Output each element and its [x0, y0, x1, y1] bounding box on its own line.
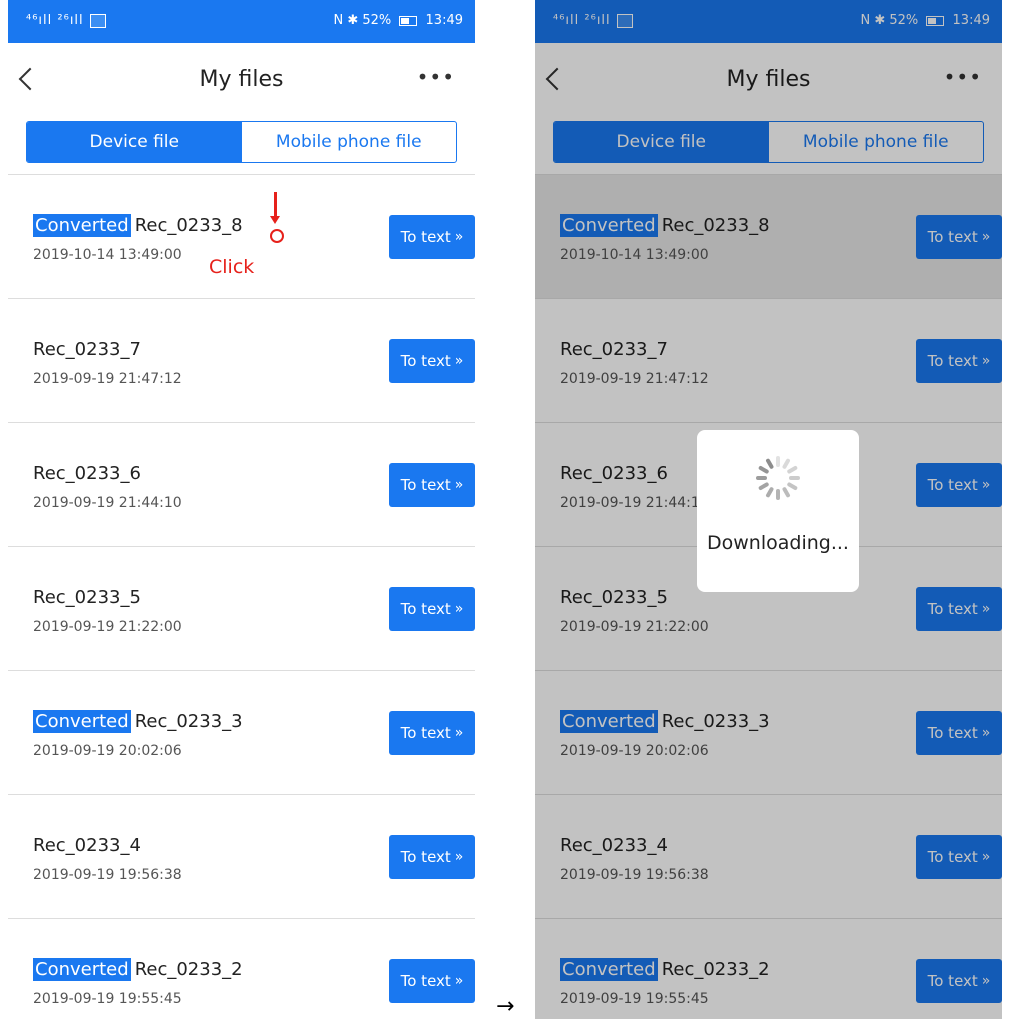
status-time: 13:49 [425, 13, 463, 28]
file-name-text: Rec_0233_6 [33, 463, 141, 484]
screen-before: ⁴⁶ıll ²⁶ıll N ✱ 52% 13:49 My files ••• D… [8, 0, 475, 1019]
file-date: 2019-09-19 21:22:00 [33, 619, 182, 635]
signal-indicator: ⁴⁶ıll ²⁶ıll [26, 13, 84, 28]
file-row[interactable]: Converted Rec_0233_3 2019-09-19 20:02:06 To… [8, 671, 475, 795]
file-row[interactable]: Rec_0233_7 2019-09-19 21:47:12 To text» [8, 299, 475, 423]
to-text-button[interactable]: To text» [389, 339, 475, 383]
file-name: Converted Rec_0233_8 [33, 214, 243, 237]
loading-spinner-icon [756, 456, 800, 500]
spinner-spoke [786, 465, 799, 475]
file-date: 2019-09-19 20:02:06 [33, 743, 182, 759]
file-date: 2019-09-19 21:47:12 [33, 371, 182, 387]
file-name: Rec_0233_4 [33, 835, 141, 856]
notification-icon [90, 14, 106, 28]
file-name-text: Rec_0233_3 [134, 711, 243, 732]
converted-badge: Converted [33, 214, 131, 237]
to-text-label: To text [400, 972, 451, 990]
to-text-label: To text [400, 476, 451, 494]
spinner-spoke [765, 457, 775, 470]
file-source-tabs: Device file Mobile phone file [26, 121, 457, 163]
file-row[interactable]: Converted Rec_0233_2 2019-09-19 19:55:45 To… [8, 919, 475, 1019]
spinner-spoke [786, 481, 799, 491]
to-text-label: To text [400, 352, 451, 370]
file-name: Rec_0233_7 [33, 339, 141, 360]
spinner-spoke [776, 489, 780, 500]
annotation-click-marker [270, 229, 284, 243]
loading-text: Downloading... [707, 532, 849, 554]
tab-mobile-phone-file[interactable]: Mobile phone file [242, 122, 457, 162]
status-bar: ⁴⁶ıll ²⁶ıll N ✱ 52% 13:49 [8, 0, 475, 43]
to-text-button[interactable]: To text» [389, 711, 475, 755]
file-name: Rec_0233_5 [33, 587, 141, 608]
to-text-button[interactable]: To text» [389, 215, 475, 259]
file-name: Rec_0233_6 [33, 463, 141, 484]
file-name-text: Rec_0233_5 [33, 587, 141, 608]
double-chevron-right-icon: » [454, 601, 464, 617]
file-date: 2019-10-14 13:49:00 [33, 247, 182, 263]
screen-after: ⁴⁶ıll ²⁶ıll N ✱ 52% 13:49 My files ••• D… [535, 0, 1002, 1019]
file-date: 2019-09-19 19:56:38 [33, 867, 182, 883]
converted-badge: Converted [33, 958, 131, 981]
to-text-label: To text [400, 848, 451, 866]
file-name: Converted Rec_0233_2 [33, 958, 243, 981]
spinner-spoke [776, 456, 780, 467]
file-date: 2019-09-19 21:44:10 [33, 495, 182, 511]
to-text-button[interactable]: To text» [389, 959, 475, 1003]
to-text-label: To text [400, 600, 451, 618]
transition-arrow: → [496, 994, 515, 1019]
to-text-button[interactable]: To text» [389, 587, 475, 631]
file-name-text: Rec_0233_8 [134, 215, 243, 236]
status-indicators: N ✱ 52% [333, 13, 392, 28]
spinner-spoke [757, 465, 770, 475]
double-chevron-right-icon: » [454, 973, 464, 989]
loading-dialog: Downloading... [697, 430, 859, 592]
to-text-button[interactable]: To text» [389, 835, 475, 879]
file-name-text: Rec_0233_7 [33, 339, 141, 360]
file-row[interactable]: Rec_0233_5 2019-09-19 21:22:00 To text» [8, 547, 475, 671]
file-row[interactable]: Converted Rec_0233_8 2019-10-14 13:49:00 To… [8, 175, 475, 299]
file-name-text: Rec_0233_2 [134, 959, 243, 980]
double-chevron-right-icon: » [454, 353, 464, 369]
file-row[interactable]: Rec_0233_4 2019-09-19 19:56:38 To text» [8, 795, 475, 919]
double-chevron-right-icon: » [454, 229, 464, 245]
tab-device-file[interactable]: Device file [27, 122, 242, 162]
battery-icon [399, 15, 418, 26]
double-chevron-right-icon: » [454, 477, 464, 493]
file-name: Converted Rec_0233_3 [33, 710, 243, 733]
double-chevron-right-icon: » [454, 849, 464, 865]
more-options-icon[interactable]: ••• [417, 65, 455, 89]
spinner-spoke [789, 476, 800, 480]
page-title: My files [199, 67, 284, 92]
converted-badge: Converted [33, 710, 131, 733]
spinner-spoke [781, 486, 791, 499]
file-row[interactable]: Rec_0233_6 2019-09-19 21:44:10 To text» [8, 423, 475, 547]
spinner-spoke [756, 476, 767, 480]
annotation-click-label: Click [209, 256, 255, 278]
to-text-label: To text [400, 228, 451, 246]
file-list: Converted Rec_0233_8 2019-10-14 13:49:00 To… [8, 174, 475, 1019]
spinner-spoke [765, 486, 775, 499]
top-bar: My files ••• [8, 43, 475, 121]
file-date: 2019-09-19 19:55:45 [33, 991, 182, 1007]
to-text-label: To text [400, 724, 451, 742]
double-chevron-right-icon: » [454, 725, 464, 741]
file-name-text: Rec_0233_4 [33, 835, 141, 856]
to-text-button[interactable]: To text» [389, 463, 475, 507]
